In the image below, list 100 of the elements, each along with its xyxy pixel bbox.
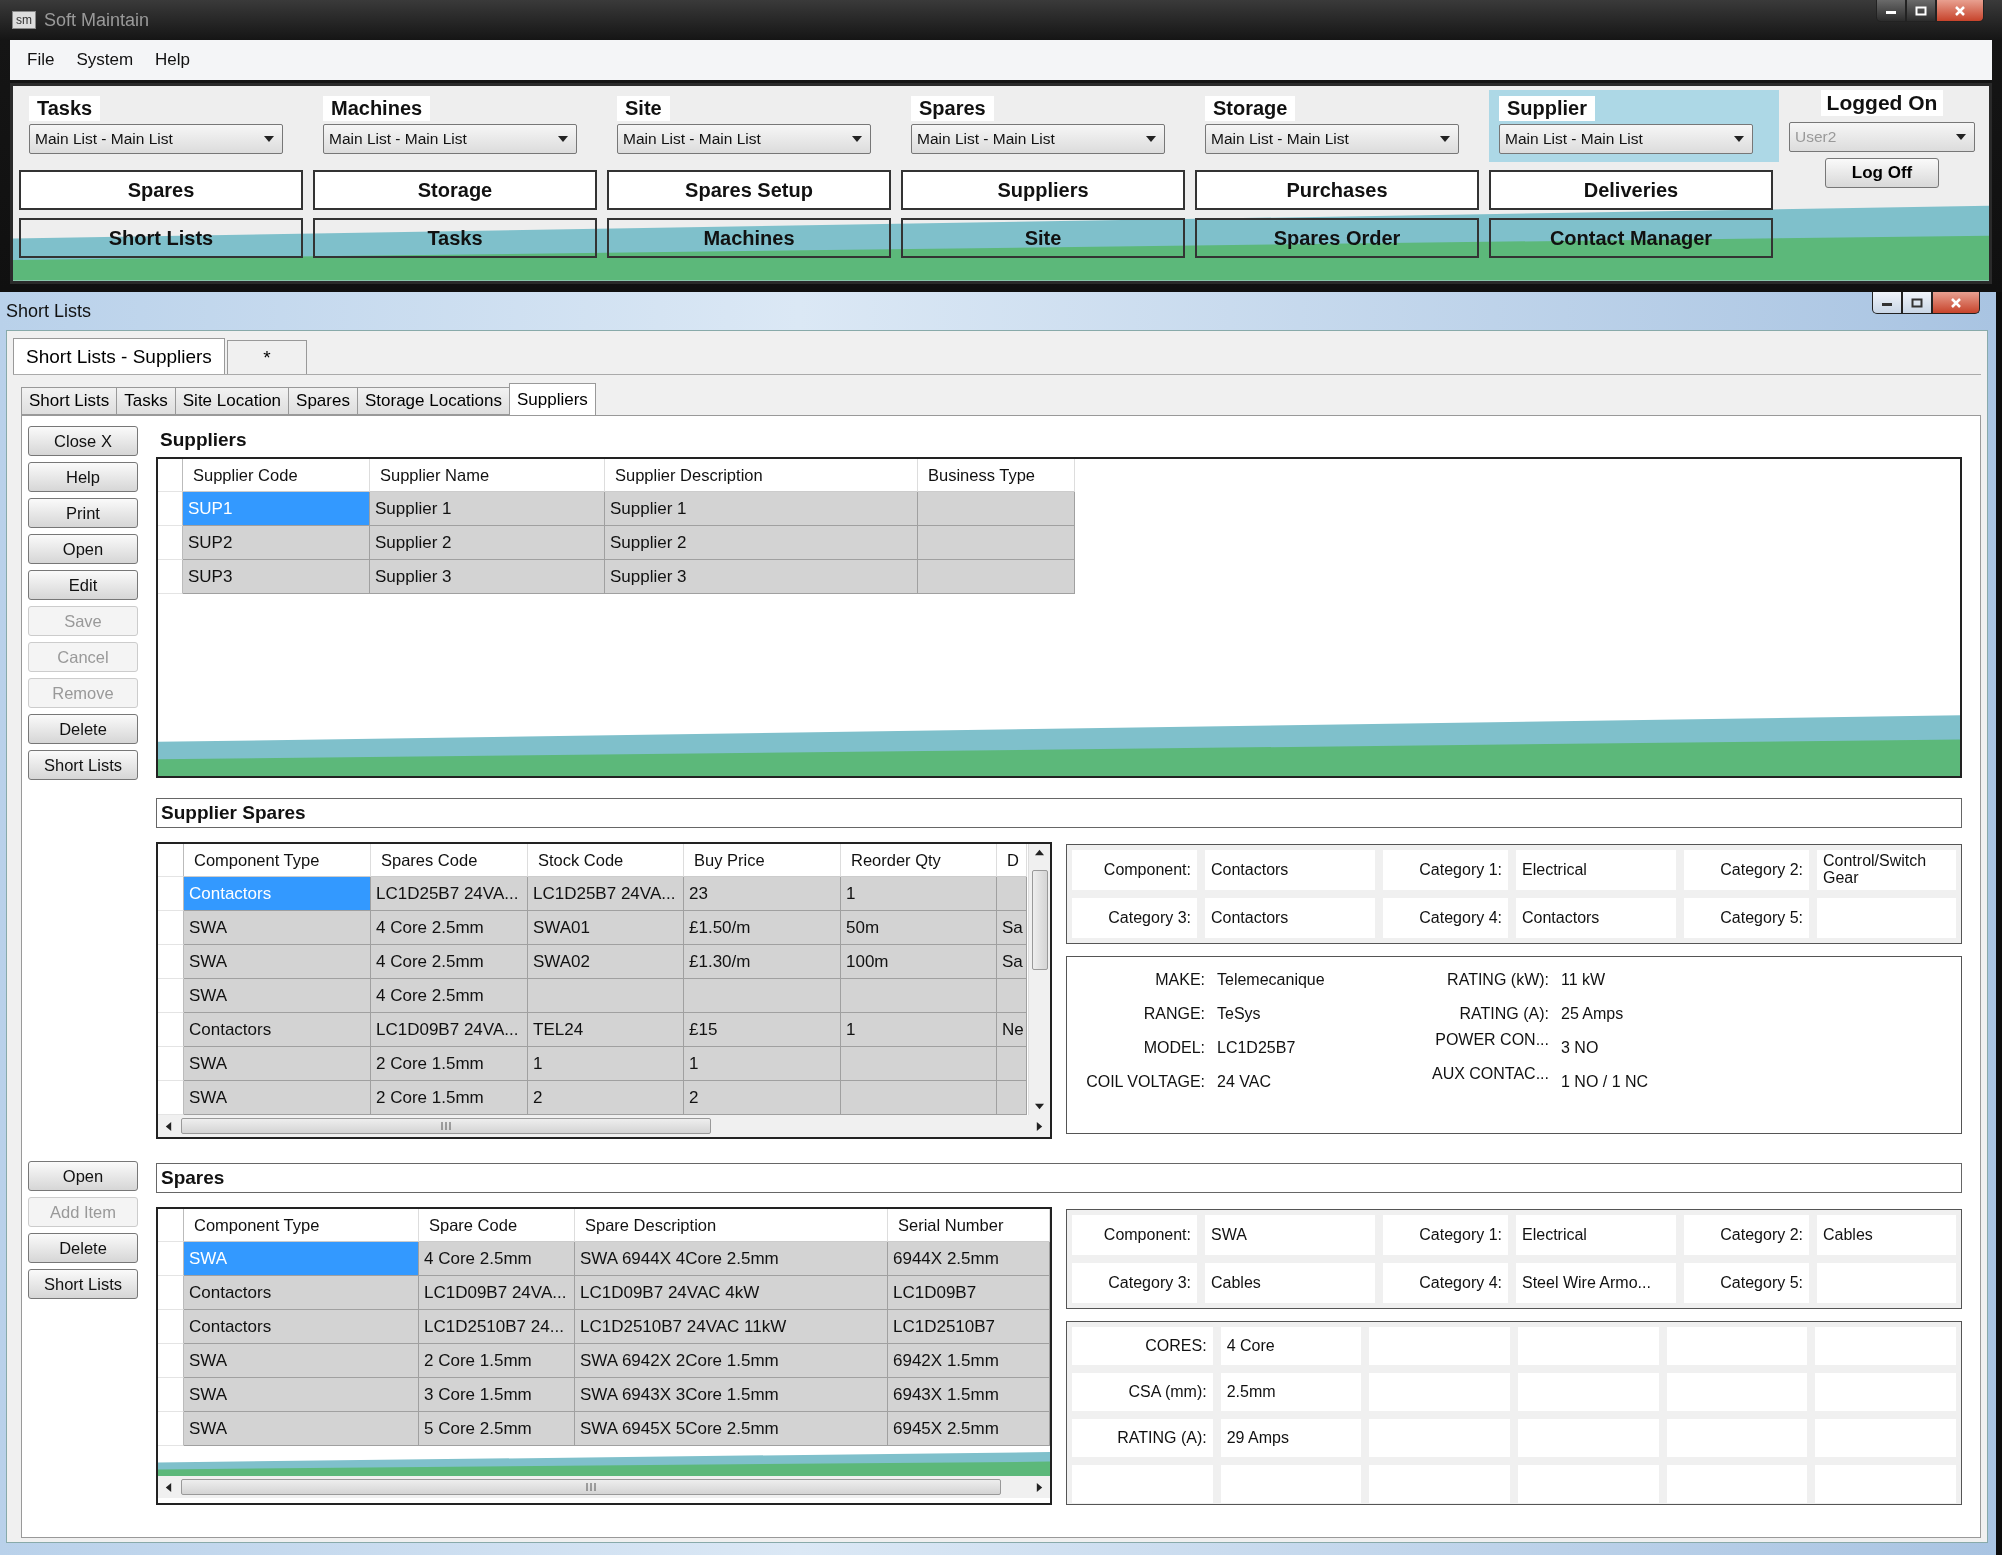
field-value: 25 Amps <box>1561 1004 1625 1024</box>
side-button[interactable]: Open <box>28 1161 138 1191</box>
nav-button[interactable]: Spares <box>19 170 303 210</box>
row-header[interactable] <box>158 1081 184 1115</box>
nav-button[interactable]: Site <box>901 218 1185 258</box>
side-button[interactable]: Delete <box>28 1233 138 1263</box>
document-tab[interactable]: Short Lists - Suppliers <box>13 338 225 374</box>
nav-button[interactable]: Spares Setup <box>607 170 891 210</box>
row-header[interactable] <box>158 560 183 594</box>
dropdown-arrow-icon <box>852 134 862 144</box>
nav-button[interactable]: Storage <box>313 170 597 210</box>
table-cell: £15 <box>684 1013 841 1047</box>
column-header[interactable]: Reorder Qty <box>841 844 997 877</box>
table-cell: Supplier 2 <box>605 526 918 560</box>
nav-button[interactable]: Contact Manager <box>1489 218 1773 258</box>
row-header[interactable] <box>158 492 183 526</box>
side-button[interactable]: Open <box>28 534 138 564</box>
minimize-button[interactable] <box>1872 292 1902 314</box>
nav-button[interactable]: Deliveries <box>1489 170 1773 210</box>
row-header[interactable] <box>158 1242 184 1276</box>
vertical-scrollbar[interactable] <box>1028 844 1050 1115</box>
row-header[interactable] <box>158 945 184 979</box>
nav-button[interactable]: Suppliers <box>901 170 1185 210</box>
table-cell: Contactors <box>184 1276 419 1310</box>
dropdown-arrow-icon <box>1146 134 1156 144</box>
scrollbar-thumb[interactable] <box>181 1118 711 1134</box>
side-button[interactable]: Edit <box>28 570 138 600</box>
horizontal-scrollbar[interactable] <box>158 1115 1050 1137</box>
side-button[interactable]: Close X <box>28 426 138 456</box>
field-value: Electrical <box>1516 1215 1676 1255</box>
menu-item[interactable]: System <box>67 46 143 74</box>
column-header[interactable]: Stock Code <box>528 844 684 877</box>
column-header[interactable]: Supplier Description <box>605 459 918 492</box>
dropdown[interactable]: Main List - Main List <box>911 124 1165 154</box>
tab[interactable]: Short Lists <box>21 387 118 415</box>
row-header[interactable] <box>158 1344 184 1378</box>
table-cell: 2 Core 1.5mm <box>419 1344 575 1378</box>
side-button[interactable]: Short Lists <box>28 750 138 780</box>
nav-button[interactable]: Tasks <box>313 218 597 258</box>
minimize-button[interactable] <box>1876 0 1906 22</box>
row-header[interactable] <box>158 1378 184 1412</box>
column-header[interactable]: Component Type <box>184 1209 419 1242</box>
field-value: Contactors <box>1205 850 1375 890</box>
column-header[interactable]: Supplier Name <box>370 459 605 492</box>
log-off-button[interactable]: Log Off <box>1825 158 1939 188</box>
column-header[interactable]: Buy Price <box>684 844 841 877</box>
row-header[interactable] <box>158 1047 184 1081</box>
row-header[interactable] <box>158 526 183 560</box>
dropdown[interactable]: Main List - Main List <box>323 124 577 154</box>
row-header[interactable] <box>158 1310 184 1344</box>
maximize-button[interactable] <box>1902 292 1932 314</box>
tab[interactable]: Site Location <box>174 387 290 415</box>
field-label: CORES: <box>1072 1327 1213 1365</box>
dropdown[interactable]: Main List - Main List <box>1499 124 1753 154</box>
menu-item[interactable]: File <box>18 46 64 74</box>
nav-button[interactable]: Spares Order <box>1195 218 1479 258</box>
row-header[interactable] <box>158 1013 184 1047</box>
table-cell <box>997 1081 1027 1115</box>
maximize-button[interactable] <box>1906 0 1936 22</box>
nav-button[interactable]: Machines <box>607 218 891 258</box>
side-button[interactable]: Help <box>28 462 138 492</box>
field-label: RATING (A): <box>1458 1004 1549 1024</box>
table-cell: Contactors <box>184 1013 371 1047</box>
column-header[interactable]: Spare Description <box>575 1209 888 1242</box>
row-header[interactable] <box>158 1412 184 1446</box>
tab[interactable]: Suppliers <box>509 383 596 415</box>
side-button[interactable]: Short Lists <box>28 1269 138 1299</box>
field-label: Category 1: <box>1383 1215 1508 1255</box>
column-header[interactable]: Serial Number <box>888 1209 1050 1242</box>
column-header[interactable]: Component Type <box>184 844 371 877</box>
table-cell: LC1D09B7 24VAC 4kW <box>575 1276 888 1310</box>
side-button[interactable]: Print <box>28 498 138 528</box>
scrollbar-thumb[interactable] <box>181 1479 1001 1495</box>
menu-item[interactable]: Help <box>146 46 200 74</box>
scrollbar-thumb[interactable] <box>1031 869 1048 970</box>
close-button[interactable] <box>1932 292 1980 314</box>
tab[interactable]: Spares <box>288 387 358 415</box>
column-header[interactable]: Spares Code <box>371 844 528 877</box>
nav-button[interactable]: Purchases <box>1195 170 1479 210</box>
field-value: TeSys <box>1217 1004 1262 1024</box>
dropdown[interactable]: Main List - Main List <box>617 124 871 154</box>
column-header[interactable]: Business Type <box>918 459 1075 492</box>
document-tab[interactable]: * <box>226 340 307 374</box>
dropdown[interactable]: Main List - Main List <box>1205 124 1459 154</box>
table-cell: SWA <box>184 1047 371 1081</box>
field-label: Category 4: <box>1383 1263 1508 1303</box>
side-button[interactable]: Delete <box>28 714 138 744</box>
column-header[interactable]: D <box>997 844 1027 877</box>
row-header[interactable] <box>158 911 184 945</box>
column-header[interactable]: Supplier Code <box>183 459 370 492</box>
dropdown[interactable]: Main List - Main List <box>29 124 283 154</box>
row-header[interactable] <box>158 979 184 1013</box>
close-button[interactable] <box>1936 0 1984 22</box>
horizontal-scrollbar[interactable] <box>158 1476 1050 1498</box>
row-header[interactable] <box>158 877 184 911</box>
row-header[interactable] <box>158 1276 184 1310</box>
tab[interactable]: Tasks <box>116 387 176 415</box>
table-cell: SWA <box>184 945 371 979</box>
column-header[interactable]: Spare Code <box>419 1209 575 1242</box>
tab[interactable]: Storage Locations <box>356 387 510 415</box>
